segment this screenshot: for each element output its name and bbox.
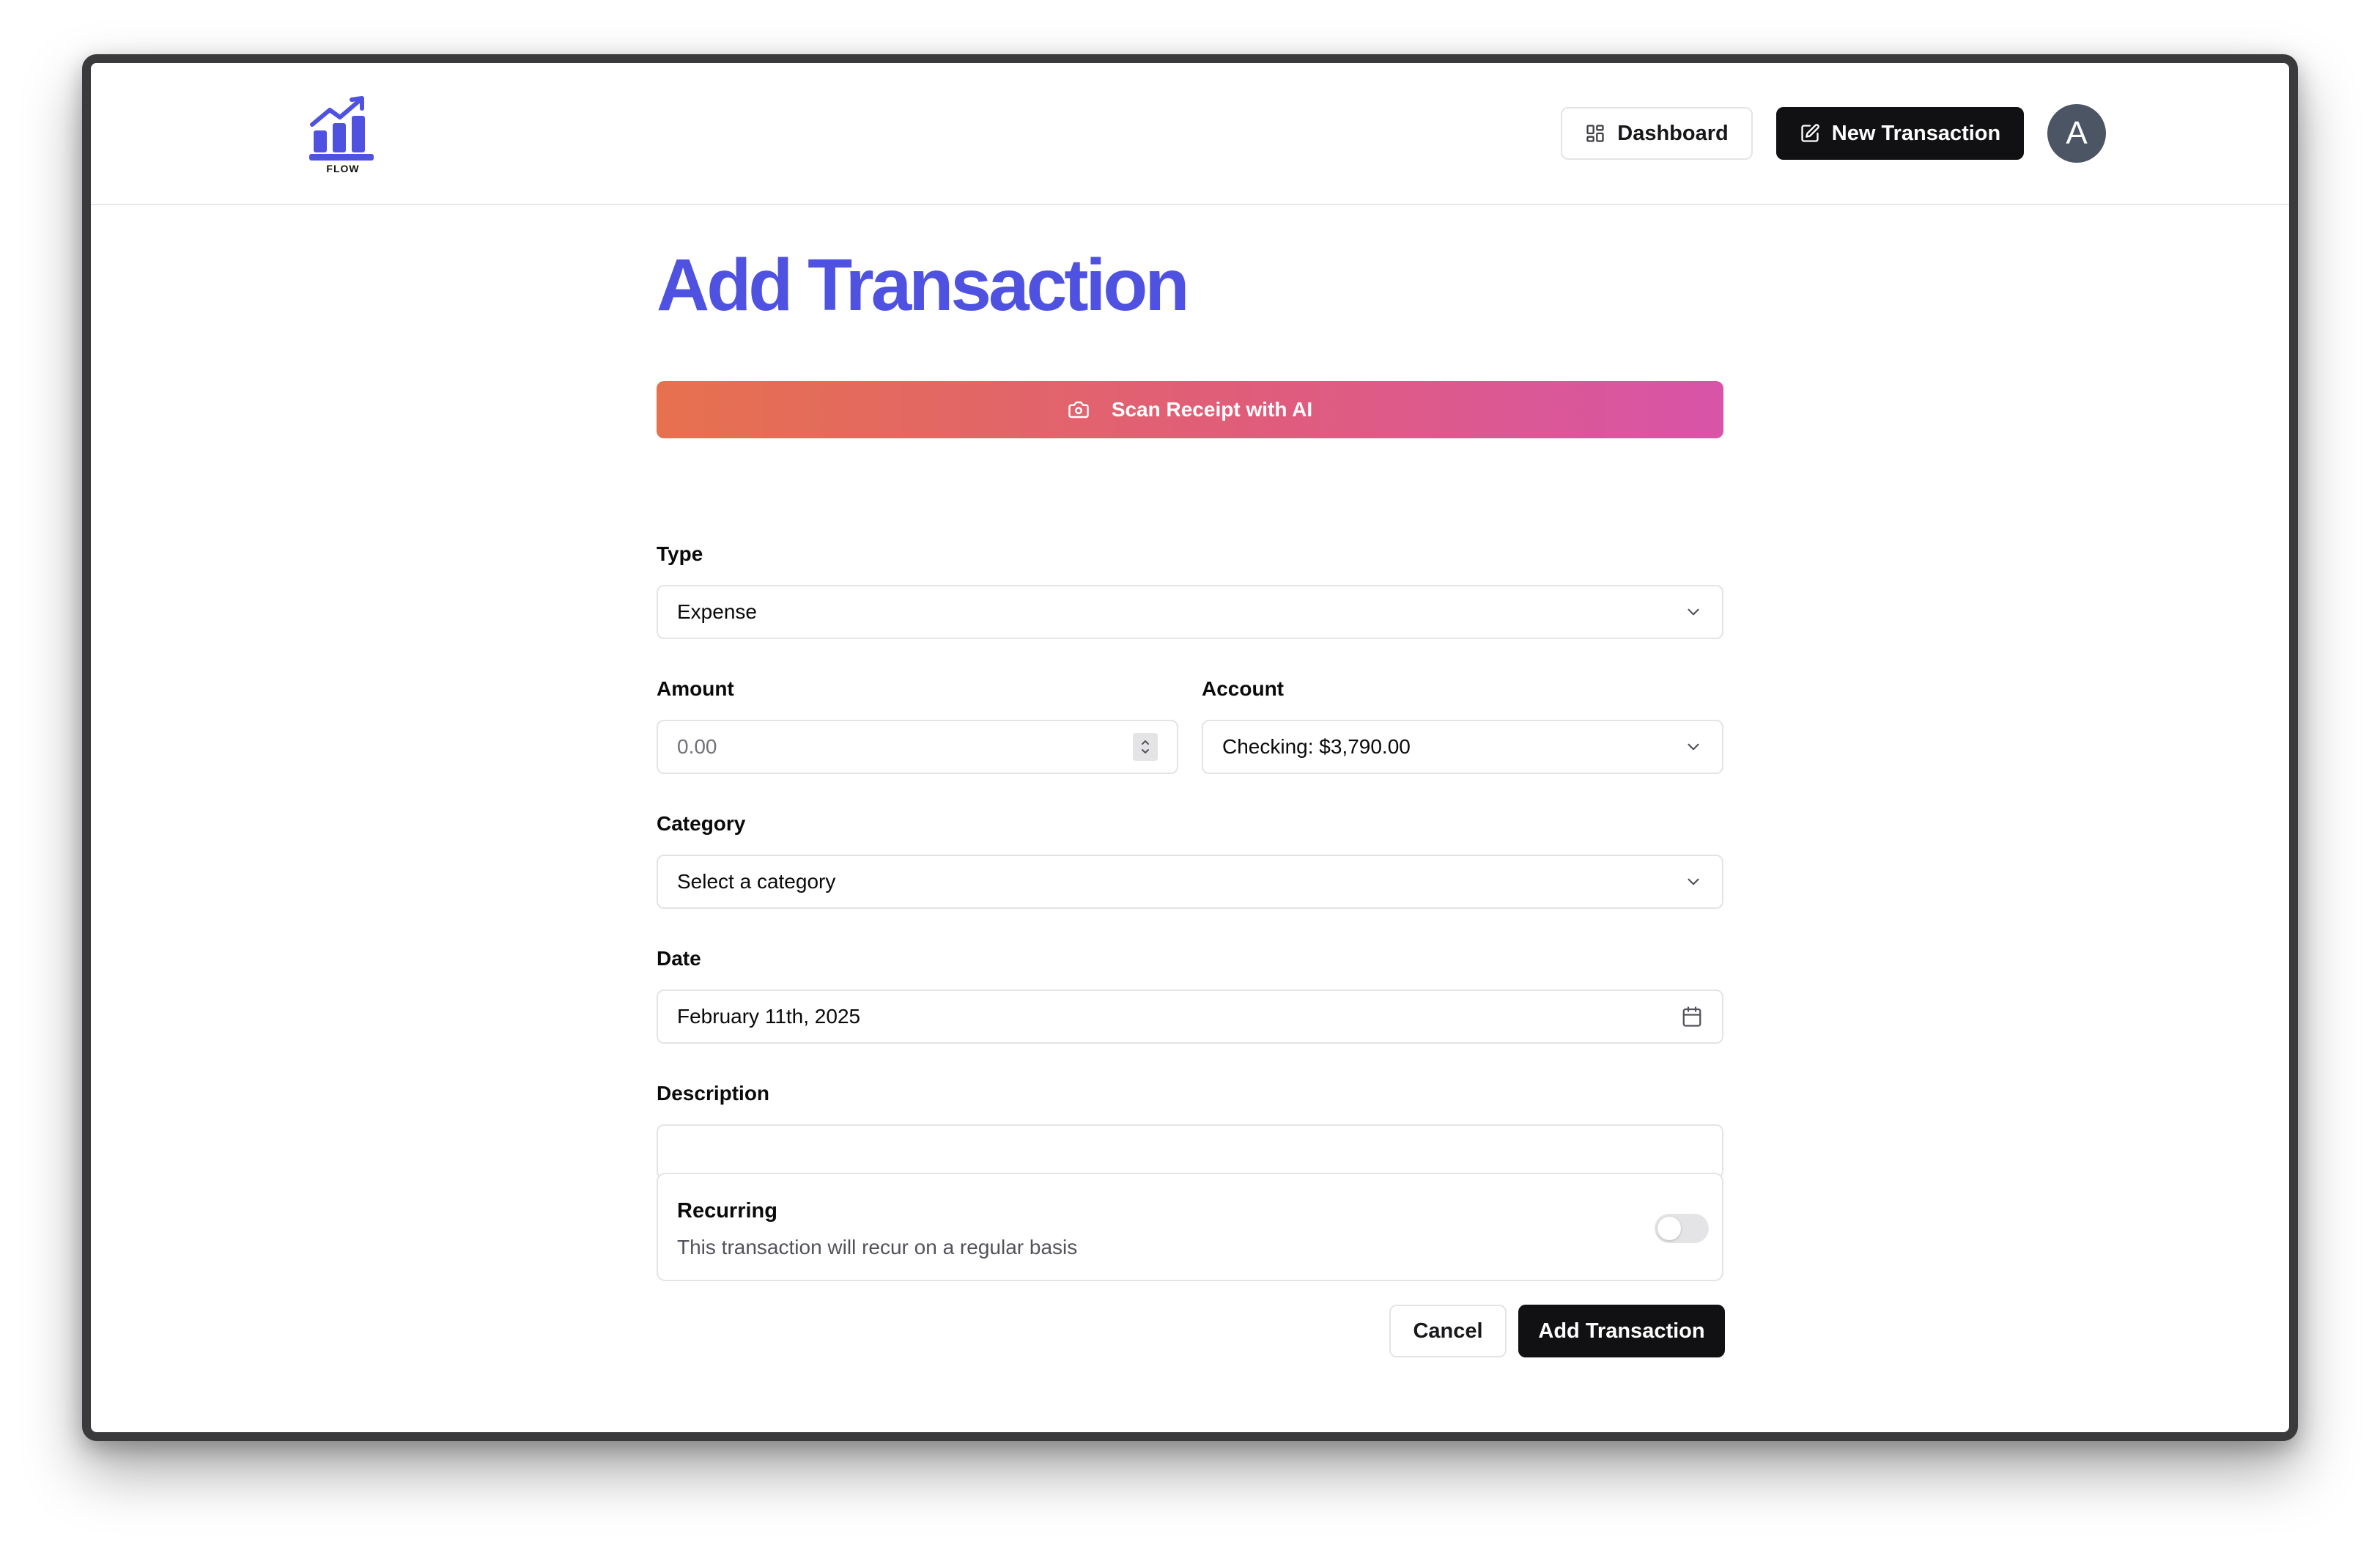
category-value: Select a category [677, 870, 836, 893]
date-picker[interactable]: February 11th, 2025 [657, 989, 1723, 1044]
amount-placeholder: 0.00 [677, 735, 717, 758]
account-label: Account [1202, 677, 1284, 700]
avatar[interactable]: A [2047, 104, 2106, 163]
calendar-icon[interactable] [1681, 1006, 1703, 1028]
top-navbar: FLOW Dashboard New Transaction A [91, 63, 2289, 205]
toggle-knob [1658, 1217, 1681, 1240]
type-value: Expense [677, 600, 757, 623]
grid-icon [1585, 123, 1605, 144]
add-transaction-button[interactable]: Add Transaction [1518, 1305, 1725, 1357]
date-label: Date [657, 947, 701, 970]
type-label: Type [657, 542, 703, 565]
page-title: Add Transaction [657, 244, 1189, 326]
date-value: February 11th, 2025 [677, 1005, 861, 1028]
chart-growth-icon [309, 96, 374, 161]
scan-receipt-label: Scan Receipt with AI [1111, 398, 1313, 421]
category-select[interactable]: Select a category [657, 855, 1723, 909]
category-label: Category [657, 812, 746, 835]
chevron-down-icon [1684, 872, 1703, 891]
amount-label: Amount [657, 677, 734, 700]
account-select[interactable]: Checking: $3,790.00 [1202, 720, 1723, 774]
dashboard-button[interactable]: Dashboard [1561, 107, 1753, 160]
chevron-down-icon [1684, 602, 1703, 622]
logo-text: FLOW [326, 163, 360, 174]
recurring-description: This transaction will recur on a regular… [677, 1236, 1078, 1258]
chevron-down-icon [1684, 737, 1703, 756]
new-transaction-label: New Transaction [1831, 121, 2001, 145]
description-input[interactable] [657, 1124, 1723, 1179]
dashboard-label: Dashboard [1617, 121, 1729, 145]
recurring-card: Recurring This transaction will recur on… [657, 1173, 1723, 1281]
recurring-toggle[interactable] [1655, 1214, 1709, 1243]
browser-window: FLOW Dashboard New Transaction A Add Tra… [82, 54, 2298, 1441]
type-select[interactable]: Expense [657, 585, 1723, 639]
description-label: Description [657, 1082, 770, 1105]
number-stepper[interactable] [1133, 733, 1158, 761]
scan-receipt-button[interactable]: Scan Receipt with AI [657, 381, 1723, 438]
camera-icon [1068, 399, 1090, 421]
app-logo[interactable]: FLOW [308, 95, 378, 176]
pen-square-icon [1800, 123, 1820, 144]
cancel-button[interactable]: Cancel [1389, 1305, 1507, 1357]
amount-input[interactable]: 0.00 [657, 720, 1178, 774]
account-value: Checking: $3,790.00 [1222, 735, 1411, 758]
new-transaction-button[interactable]: New Transaction [1776, 107, 2024, 160]
recurring-title: Recurring [677, 1199, 777, 1223]
